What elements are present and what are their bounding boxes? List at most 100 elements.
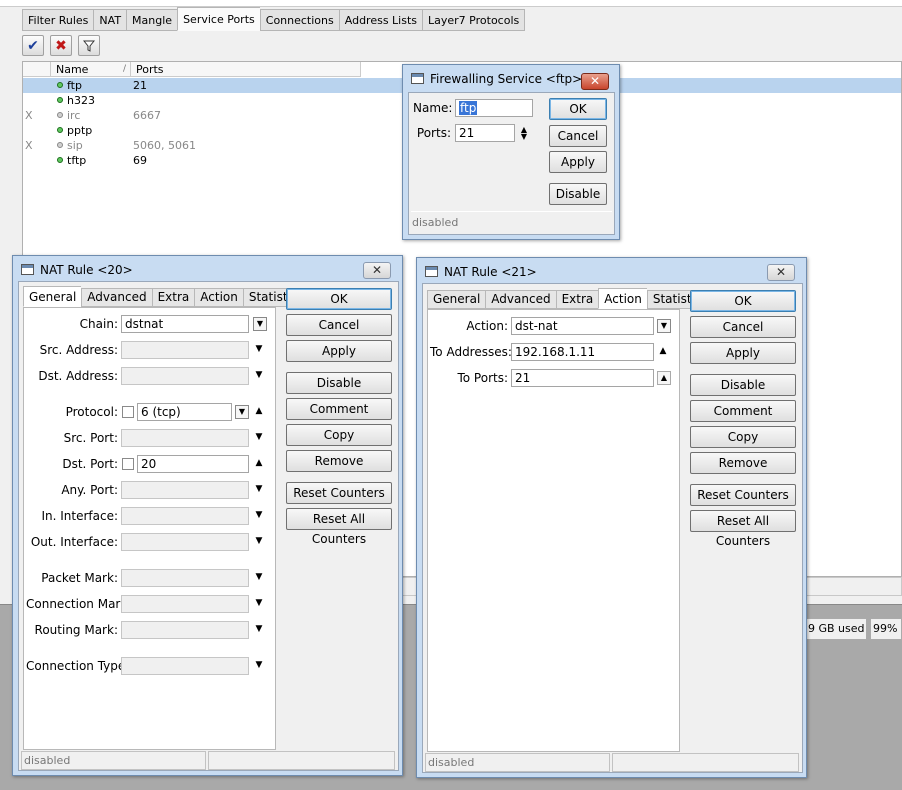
- out-interface-field[interactable]: [121, 533, 249, 551]
- tab-advanced[interactable]: Advanced: [485, 290, 556, 309]
- to-addresses-field[interactable]: 192.168.1.11: [511, 343, 654, 361]
- disable-button[interactable]: Disable: [286, 372, 392, 394]
- close-button[interactable]: ✕: [363, 262, 391, 279]
- filter-button[interactable]: [78, 35, 100, 56]
- src-address-expand-icon[interactable]: ▼: [254, 345, 264, 354]
- tab-action[interactable]: Action: [194, 288, 243, 307]
- name-label: Name:: [413, 101, 453, 115]
- row-name: pptp: [67, 124, 93, 137]
- src-address-field[interactable]: [121, 341, 249, 359]
- ok-button[interactable]: OK: [286, 288, 392, 310]
- apply-button[interactable]: Apply: [549, 151, 607, 173]
- cancel-button[interactable]: Cancel: [690, 316, 796, 338]
- column-header-ports[interactable]: Ports: [131, 62, 361, 77]
- close-icon: ✕: [371, 263, 383, 277]
- tab-connections[interactable]: Connections: [259, 9, 339, 31]
- connection-mark-field[interactable]: [121, 595, 249, 613]
- reset-all-counters-button[interactable]: Reset All Counters: [690, 510, 796, 548]
- tab-extra[interactable]: Extra: [151, 288, 195, 307]
- action-select[interactable]: dst-nat: [511, 317, 654, 335]
- copy-button[interactable]: Copy: [690, 426, 796, 448]
- ok-button[interactable]: OK: [690, 290, 796, 312]
- src-port-expand-icon[interactable]: ▼: [254, 433, 264, 442]
- disable-button[interactable]: ✖: [50, 35, 72, 56]
- tab-general[interactable]: General: [427, 290, 486, 309]
- close-button[interactable]: ✕: [767, 264, 795, 281]
- comment-button[interactable]: Comment: [286, 398, 392, 420]
- close-button[interactable]: ✕: [581, 73, 609, 90]
- protocol-select[interactable]: 6 (tcp): [137, 403, 232, 421]
- dst-address-label: Dst. Address:: [38, 369, 118, 383]
- cancel-button[interactable]: Cancel: [549, 125, 607, 147]
- tab-extra[interactable]: Extra: [555, 290, 599, 309]
- connection-mark-expand-icon[interactable]: ▼: [254, 599, 264, 608]
- dialog-body: General Advanced Extra Action Statistics…: [422, 283, 803, 773]
- dst-port-collapse-icon[interactable]: ▲: [254, 459, 264, 468]
- column-header-flag[interactable]: [23, 62, 51, 77]
- in-interface-field[interactable]: [121, 507, 249, 525]
- ports-up-down-icon[interactable]: ▲ ▼: [519, 126, 529, 141]
- tab-mangle[interactable]: Mangle: [126, 9, 178, 31]
- src-port-field[interactable]: [121, 429, 249, 447]
- tab-nat[interactable]: NAT: [93, 9, 127, 31]
- enabled-dot-icon: [57, 82, 63, 88]
- status-panel: [208, 751, 395, 770]
- action-dropdown-icon[interactable]: ▼: [657, 319, 671, 333]
- protocol-negate-checkbox[interactable]: [122, 406, 134, 418]
- column-header-name[interactable]: Name /: [51, 62, 131, 77]
- routing-mark-field[interactable]: [121, 621, 249, 639]
- to-addresses-label: To Addresses:: [430, 345, 512, 359]
- divider: [411, 211, 612, 212]
- routing-mark-label: Routing Mark:: [34, 623, 118, 637]
- copy-button[interactable]: Copy: [286, 424, 392, 446]
- to-ports-collapse-icon[interactable]: ▲: [657, 371, 671, 385]
- apply-button[interactable]: Apply: [286, 340, 392, 362]
- reset-all-counters-button[interactable]: Reset All Counters: [286, 508, 392, 546]
- row-flag: X: [25, 109, 33, 122]
- tab-service-ports[interactable]: Service Ports: [177, 7, 260, 31]
- dst-address-expand-icon[interactable]: ▼: [254, 371, 264, 380]
- tab-filter-rules[interactable]: Filter Rules: [22, 9, 94, 31]
- disable-button[interactable]: Disable: [690, 374, 796, 396]
- packet-mark-expand-icon[interactable]: ▼: [254, 573, 264, 582]
- name-field[interactable]: ftp: [455, 99, 533, 117]
- to-ports-field[interactable]: 21: [511, 369, 654, 387]
- connection-type-expand-icon[interactable]: ▼: [254, 661, 264, 670]
- connection-type-field[interactable]: [121, 657, 249, 675]
- any-port-field[interactable]: [121, 481, 249, 499]
- divider: [30, 393, 270, 394]
- reset-counters-button[interactable]: Reset Counters: [690, 484, 796, 506]
- chain-dropdown-icon[interactable]: ▼: [253, 317, 267, 331]
- dialog-body: Name: ftp Ports: 21 ▲ ▼ OK Cancel Apply D…: [408, 92, 615, 235]
- out-interface-expand-icon[interactable]: ▼: [254, 537, 264, 546]
- comment-button[interactable]: Comment: [690, 400, 796, 422]
- protocol-collapse-icon[interactable]: ▲: [254, 407, 264, 416]
- routing-mark-expand-icon[interactable]: ▼: [254, 625, 264, 634]
- in-interface-expand-icon[interactable]: ▼: [254, 511, 264, 520]
- tab-layer7-protocols[interactable]: Layer7 Protocols: [422, 9, 526, 31]
- chain-select[interactable]: dstnat: [121, 315, 249, 333]
- reset-counters-button[interactable]: Reset Counters: [286, 482, 392, 504]
- any-port-expand-icon[interactable]: ▼: [254, 485, 264, 494]
- protocol-dropdown-icon[interactable]: ▼: [235, 405, 249, 419]
- tab-address-lists[interactable]: Address Lists: [338, 9, 423, 31]
- tab-general[interactable]: General: [23, 286, 82, 307]
- ok-button[interactable]: OK: [549, 98, 607, 120]
- dst-address-field[interactable]: [121, 367, 249, 385]
- nat21-tab-bar: General Advanced Extra Action Statistics: [427, 288, 714, 309]
- tab-advanced[interactable]: Advanced: [81, 288, 152, 307]
- remove-button[interactable]: Remove: [286, 450, 392, 472]
- disable-button[interactable]: Disable: [549, 183, 607, 205]
- row-ports: 5060, 5061: [133, 139, 196, 152]
- ports-field[interactable]: 21: [455, 124, 515, 142]
- dst-port-negate-checkbox[interactable]: [122, 458, 134, 470]
- remove-button[interactable]: Remove: [690, 452, 796, 474]
- apply-button[interactable]: Apply: [690, 342, 796, 364]
- cancel-button[interactable]: Cancel: [286, 314, 392, 336]
- dst-port-field[interactable]: 20: [137, 455, 249, 473]
- tab-action[interactable]: Action: [598, 288, 647, 309]
- packet-mark-field[interactable]: [121, 569, 249, 587]
- enable-button[interactable]: ✔: [22, 35, 44, 56]
- to-ports-label: To Ports:: [457, 371, 508, 385]
- to-addresses-collapse-icon[interactable]: ▲: [658, 347, 668, 356]
